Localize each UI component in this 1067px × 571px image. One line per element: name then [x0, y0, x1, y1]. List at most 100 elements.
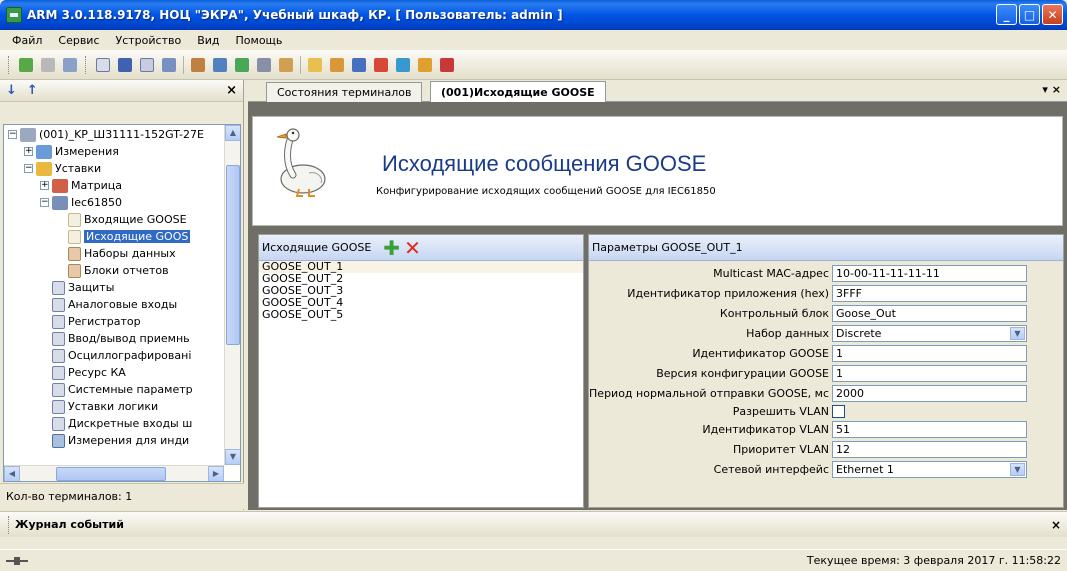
goose-list: GOOSE_OUT_1 GOOSE_OUT_2 GOOSE_OUT_3 GOOS…: [259, 261, 583, 321]
scroll-right-icon[interactable]: ▶: [208, 466, 224, 481]
goose-id-field[interactable]: 1: [832, 345, 1027, 362]
param-label: Приоритет VLAN: [732, 443, 829, 456]
app-icon: [6, 7, 22, 23]
tree-node-iec61850[interactable]: − Iec61850: [40, 194, 122, 211]
tree-node-indication-measurements[interactable]: Измерения для инди: [52, 432, 189, 449]
save-icon[interactable]: [349, 55, 369, 75]
tree-node-discrete-inputs[interactable]: Дискретные входы ш: [52, 415, 192, 432]
sync-icon[interactable]: [393, 55, 413, 75]
param-label: Период нормальной отправки GOOSE, мс: [589, 387, 829, 400]
edit-icon[interactable]: [327, 55, 347, 75]
move-up-icon[interactable]: ↑: [27, 83, 38, 98]
chevron-down-icon[interactable]: ▼: [1010, 463, 1025, 476]
tree-node-io-receive[interactable]: Ввод/вывод приемнь: [52, 330, 190, 347]
tree-vertical-scrollbar[interactable]: ▲ ▼: [224, 125, 240, 465]
tree-node-terminal[interactable]: − (001)_KP_Ш31111-152GT-27E: [8, 126, 204, 143]
param-row-vlan-id: Идентификатор VLAN 51: [589, 421, 1065, 439]
goose-editor: Исходящие сообщения GOOSE Конфигурирован…: [248, 102, 1067, 510]
tree-node-oscillography[interactable]: Осциллографировані: [52, 347, 191, 364]
control-block-field[interactable]: Goose_Out: [832, 305, 1027, 322]
oscillogram-icon[interactable]: [371, 55, 391, 75]
tree-node-incoming-goose[interactable]: Входящие GOOSE: [68, 211, 187, 228]
filter-icon[interactable]: [254, 55, 274, 75]
app-id-field[interactable]: 3FFF: [832, 285, 1027, 302]
param-row-dataset: Набор данных Discrete ▼: [589, 325, 1065, 343]
scroll-thumb[interactable]: [56, 467, 166, 481]
tree-node-protections[interactable]: Защиты: [52, 279, 114, 296]
window-title: ARM 3.0.118.9178, НОЦ "ЭКРА", Учебный шк…: [27, 8, 563, 22]
vlan-priority-field[interactable]: 12: [832, 441, 1027, 458]
scroll-left-icon[interactable]: ◀: [4, 466, 20, 481]
terminal-tree[interactable]: − (001)_KP_Ш31111-152GT-27E + Измерения − У…: [3, 124, 241, 482]
tab-menu-close-icon[interactable]: ▾ ×: [1042, 83, 1061, 96]
list-item[interactable]: GOOSE_OUT_5: [259, 309, 583, 321]
tree-node-system-params[interactable]: Системные параметр: [52, 381, 193, 398]
report-icon[interactable]: [437, 55, 457, 75]
move-down-icon[interactable]: ↓: [6, 83, 17, 98]
open-folder-icon[interactable]: [305, 55, 325, 75]
delete-goose-icon[interactable]: ✕: [404, 238, 421, 258]
menu-help[interactable]: Помощь: [228, 34, 291, 47]
layout-dropdown-icon[interactable]: [159, 55, 179, 75]
menu-service[interactable]: Сервис: [50, 34, 107, 47]
param-label: Multicast MAC-адрес: [713, 267, 829, 280]
tree-node-logic-settings[interactable]: Уставки логики: [52, 398, 158, 415]
grid-icon[interactable]: [115, 55, 135, 75]
tab-terminal-states[interactable]: Состояния терминалов: [266, 82, 423, 102]
tree-node-recorder[interactable]: Регистратор: [52, 313, 141, 330]
goose-list-panel: Исходящие GOOSE ✚ ✕ GOOSE_OUT_1 GOOSE_OU…: [258, 234, 584, 508]
tree-horizontal-scrollbar[interactable]: ◀ ▶: [4, 465, 224, 481]
tree-node-analog-inputs[interactable]: Аналоговые входы: [52, 296, 177, 313]
param-label: Идентификатор приложения (hex): [627, 287, 829, 300]
maximize-button[interactable]: □: [1019, 4, 1040, 25]
toolbar-grip: [85, 55, 88, 74]
goose-list-header: Исходящие GOOSE ✚ ✕: [259, 235, 583, 261]
tree-node-datasets[interactable]: Наборы данных: [68, 245, 176, 262]
import-icon[interactable]: [210, 55, 230, 75]
mac-address-field[interactable]: 10-00-11-11-11-11: [832, 265, 1027, 282]
toolbar-separator: [300, 55, 301, 74]
close-button[interactable]: ✕: [1042, 4, 1063, 25]
settings-icon[interactable]: [415, 55, 435, 75]
export-icon[interactable]: [188, 55, 208, 75]
menu-device[interactable]: Устройство: [108, 34, 190, 47]
interface-select[interactable]: Ethernet 1 ▼: [832, 461, 1027, 478]
menu-bar: Файл Сервис Устройство Вид Помощь: [0, 30, 1067, 50]
scroll-thumb[interactable]: [226, 165, 240, 345]
connect-icon[interactable]: [16, 55, 36, 75]
add-goose-icon[interactable]: ✚: [383, 238, 400, 258]
disconnect-icon[interactable]: [38, 55, 58, 75]
tree-node-settings[interactable]: − Уставки: [24, 160, 101, 177]
param-row-control-block: Контрольный блок Goose_Out: [589, 305, 1065, 323]
conf-rev-field[interactable]: 1: [832, 365, 1027, 382]
vlan-id-field[interactable]: 51: [832, 421, 1027, 438]
list-icon[interactable]: [93, 55, 113, 75]
chevron-down-icon[interactable]: ▼: [1010, 327, 1025, 340]
tree-node-report-blocks[interactable]: Блоки отчетов: [68, 262, 169, 279]
columns-icon[interactable]: [137, 55, 157, 75]
menu-view[interactable]: Вид: [189, 34, 227, 47]
event-journal-bar[interactable]: Журнал событий ×: [0, 511, 1067, 537]
tree-node-measurements[interactable]: + Измерения: [24, 143, 119, 160]
tab-outgoing-goose[interactable]: (001)Исходящие GOOSE: [430, 81, 606, 102]
tree-node-outgoing-goose[interactable]: Исходящие GOOS: [68, 228, 191, 245]
scroll-down-icon[interactable]: ▼: [225, 449, 240, 465]
param-label: Разрешить VLAN: [732, 405, 829, 418]
table-icon[interactable]: [60, 55, 80, 75]
close-journal-icon[interactable]: ×: [1051, 518, 1061, 532]
tree-node-matrix[interactable]: + Матрица: [40, 177, 122, 194]
network-icon[interactable]: [232, 55, 252, 75]
scroll-up-icon[interactable]: ▲: [225, 125, 240, 141]
param-row-mac: Multicast MAC-адрес 10-00-11-11-11-11: [589, 265, 1065, 283]
tree-node-resource-ka[interactable]: Ресурс КА: [52, 364, 126, 381]
period-field[interactable]: 2000: [832, 385, 1027, 402]
goose-params-panel: Параметры GOOSE_OUT_1 Multicast MAC-адре…: [588, 234, 1064, 508]
menu-file[interactable]: Файл: [4, 34, 50, 47]
toolbar: [0, 50, 1067, 80]
param-label: Контрольный блок: [719, 307, 829, 320]
vlan-enable-checkbox[interactable]: [832, 405, 845, 418]
refresh-icon[interactable]: [276, 55, 296, 75]
close-pane-icon[interactable]: ×: [226, 83, 237, 98]
dataset-select[interactable]: Discrete ▼: [832, 325, 1027, 342]
minimize-button[interactable]: _: [996, 4, 1017, 25]
